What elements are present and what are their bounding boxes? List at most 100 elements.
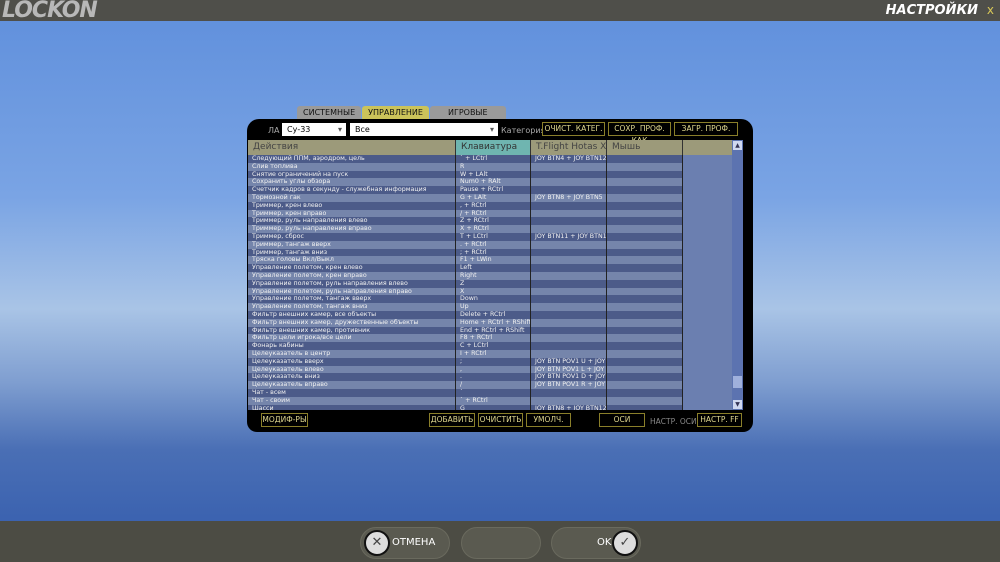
table-row[interactable]: Целеуказатель влево, JOY BTN POV1 L + JOY…: [248, 365, 683, 374]
table-row[interactable]: Фильтр внешних камер, противник End + RCt…: [248, 326, 683, 335]
table-row[interactable]: Целеуказатель вверх; JOY BTN POV1 U + JOY…: [248, 357, 683, 366]
table-row[interactable]: Следующий ППМ, аэродром, цель ` + LCtrl JO…: [248, 155, 683, 163]
mouse-cell[interactable]: [607, 170, 683, 179]
keyboard-cell[interactable]: G + LAlt: [456, 193, 531, 202]
keyboard-cell[interactable]: Home + RCtrl + RShift: [456, 318, 531, 327]
keyboard-cell[interactable]: .: [456, 373, 531, 382]
keyboard-cell[interactable]: `: [456, 388, 531, 397]
table-row[interactable]: Управление полетом, тангаж вниз Up: [248, 303, 683, 311]
mouse-cell[interactable]: [607, 248, 683, 257]
mouse-cell[interactable]: [607, 357, 683, 366]
joystick-cell[interactable]: [531, 342, 607, 350]
keyboard-cell[interactable]: Left: [456, 264, 531, 272]
action-cell[interactable]: Триммер, руль направления вправо: [248, 225, 456, 233]
add-button[interactable]: ДОБАВИТЬ: [429, 413, 475, 427]
table-row[interactable]: Управление полетом, руль направления вле…: [248, 279, 683, 288]
scrollbar[interactable]: ▲ ▼: [732, 140, 743, 410]
action-cell[interactable]: Чат - всем: [248, 388, 456, 397]
table-row[interactable]: Целеуказатель вниз. JOY BTN POV1 D + JOY …: [248, 373, 683, 382]
table-row[interactable]: Управление полетом, крен влево Left: [248, 264, 683, 272]
joystick-cell[interactable]: JOY BTN4 + JOY BTN12: [531, 155, 607, 163]
action-cell[interactable]: Сохранить углы обзора: [248, 178, 456, 187]
table-row[interactable]: Триммер, сброс T + LCtrl JOY BTN11 + JOY B…: [248, 232, 683, 241]
action-cell[interactable]: Фильтр внешних камер, дружественные объе…: [248, 318, 456, 327]
keyboard-cell[interactable]: / + RCtrl: [456, 209, 531, 218]
load-profile-button[interactable]: ЗАГР. ПРОФ.: [674, 122, 738, 136]
action-cell[interactable]: Управление полетом, руль направления вле…: [248, 279, 456, 288]
axis-tune-button[interactable]: НАСТР. ОСИ: [650, 417, 697, 426]
action-cell[interactable]: Триммер, тангаж вверх: [248, 240, 456, 249]
keyboard-cell[interactable]: Z: [456, 279, 531, 288]
table-row[interactable]: Счетчик кадров в секунду - служебная инф…: [248, 186, 683, 194]
keyboard-cell[interactable]: . + RCtrl: [456, 240, 531, 249]
joystick-cell[interactable]: [531, 248, 607, 257]
keyboard-cell[interactable]: /: [456, 381, 531, 389]
mouse-cell[interactable]: [607, 381, 683, 389]
tab-gameplay[interactable]: ИГРОВЫЕ: [429, 106, 506, 119]
action-cell[interactable]: Управление полетом, крен вправо: [248, 271, 456, 280]
joystick-cell[interactable]: [531, 217, 607, 226]
action-cell[interactable]: Триммер, руль направления влево: [248, 217, 456, 226]
clear-button[interactable]: ОЧИСТИТЬ: [478, 413, 523, 427]
mouse-cell[interactable]: [607, 155, 683, 163]
action-cell[interactable]: Целеуказатель влево: [248, 365, 456, 374]
table-row[interactable]: Тряска головы Вкл/Выкл F1 + LWin: [248, 256, 683, 265]
category-select[interactable]: Все: [350, 123, 498, 136]
mouse-cell[interactable]: [607, 186, 683, 194]
mouse-cell[interactable]: [607, 240, 683, 249]
table-row[interactable]: Триммер, крен вправо / + RCtrl: [248, 209, 683, 218]
joystick-cell[interactable]: [531, 318, 607, 327]
action-cell[interactable]: Целеуказатель вверх: [248, 357, 456, 366]
modifiers-button[interactable]: МОДИФ-РЫ: [261, 413, 308, 427]
keyboard-cell[interactable]: Up: [456, 303, 531, 311]
mouse-cell[interactable]: [607, 310, 683, 319]
action-cell[interactable]: Целеуказатель вправо: [248, 381, 456, 389]
column-header-mouse[interactable]: Мышь: [607, 140, 683, 155]
ff-tune-button[interactable]: НАСТР. FF: [697, 413, 742, 427]
action-cell[interactable]: Слив топлива: [248, 162, 456, 171]
column-header-keyboard[interactable]: Клавиатура: [456, 140, 531, 155]
keyboard-cell[interactable]: T + LCtrl: [456, 232, 531, 241]
table-row[interactable]: Фильтр цели игрока/все цели F8 + RCtrl: [248, 334, 683, 343]
mouse-cell[interactable]: [607, 271, 683, 280]
joystick-cell[interactable]: [531, 264, 607, 272]
joystick-cell[interactable]: JOY BTN11 + JOY BTN12: [531, 232, 607, 241]
keyboard-cell[interactable]: Z + RCtrl: [456, 217, 531, 226]
joystick-cell[interactable]: [531, 201, 607, 210]
joystick-cell[interactable]: [531, 162, 607, 171]
action-cell[interactable]: Управление полетом, руль направления впр…: [248, 287, 456, 296]
table-row[interactable]: Чат - своим ` + RCtrl: [248, 396, 683, 405]
keyboard-cell[interactable]: ` + RCtrl: [456, 396, 531, 405]
mouse-cell[interactable]: [607, 287, 683, 296]
mouse-cell[interactable]: [607, 256, 683, 265]
table-row[interactable]: Триммер, руль направления вправо X + RCtr…: [248, 225, 683, 233]
keyboard-cell[interactable]: ; + RCtrl: [456, 248, 531, 257]
mouse-cell[interactable]: [607, 373, 683, 382]
action-cell[interactable]: Фонарь кабины: [248, 342, 456, 350]
action-cell[interactable]: Тормозной гак: [248, 193, 456, 202]
table-row[interactable]: Триммер, тангаж вниз; + RCtrl: [248, 248, 683, 257]
mouse-cell[interactable]: [607, 349, 683, 358]
action-cell[interactable]: Следующий ППМ, аэродром, цель: [248, 155, 456, 163]
action-cell[interactable]: Управление полетом, крен влево: [248, 264, 456, 272]
table-row[interactable]: Снятие ограничений на пуск W + LAlt: [248, 170, 683, 179]
joystick-cell[interactable]: [531, 396, 607, 405]
table-row[interactable]: Триммер, тангаж вверх. + RCtrl: [248, 240, 683, 249]
close-icon[interactable]: x: [987, 3, 994, 17]
cancel-button[interactable]: ✕ ОТМЕНА: [360, 527, 450, 559]
joystick-cell[interactable]: [531, 334, 607, 343]
action-cell[interactable]: Триммер, крен вправо: [248, 209, 456, 218]
joystick-cell[interactable]: [531, 279, 607, 288]
mouse-cell[interactable]: [607, 162, 683, 171]
mouse-cell[interactable]: [607, 396, 683, 405]
action-cell[interactable]: Триммер, крен влево: [248, 201, 456, 210]
joystick-cell[interactable]: [531, 186, 607, 194]
joystick-cell[interactable]: [531, 178, 607, 187]
mouse-cell[interactable]: [607, 318, 683, 327]
action-cell[interactable]: Целеуказатель вниз: [248, 373, 456, 382]
action-cell[interactable]: Чат - своим: [248, 396, 456, 405]
joystick-cell[interactable]: JOY BTN POV1 D + JOY B: [531, 373, 607, 382]
keyboard-cell[interactable]: R: [456, 162, 531, 171]
table-row[interactable]: Фильтр внешних камер, дружественные объе…: [248, 318, 683, 327]
action-cell[interactable]: Триммер, тангаж вниз: [248, 248, 456, 257]
